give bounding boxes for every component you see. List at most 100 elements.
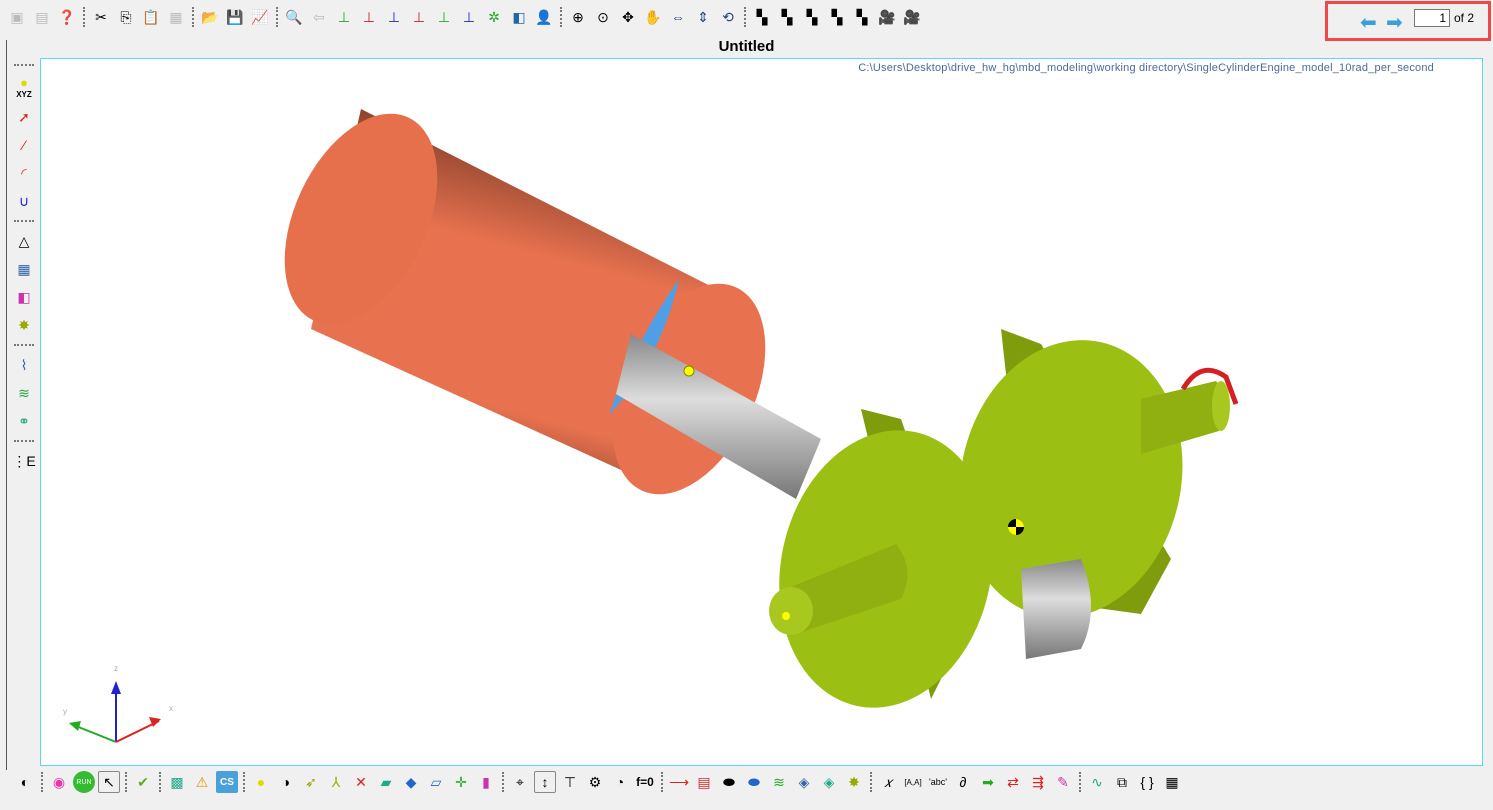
warning-icon[interactable]: ⚠ [191,771,213,793]
camera-record-icon[interactable]: 🎥 [876,6,898,28]
force-icon[interactable]: ➶ [300,771,322,793]
function-icon[interactable]: 𝑥 [877,771,899,793]
constraint-button[interactable]: f=0 [634,771,656,793]
point-icon[interactable]: ● XYZ [13,74,35,100]
open-icon[interactable]: ▤ [31,6,53,28]
cg-icon[interactable]: ◐ [14,771,36,793]
table-copy-icon[interactable]: ⧉ [1111,771,1133,793]
next-page-icon[interactable]: ➡ [1386,10,1403,35]
layout-1-icon[interactable]: ▚ [751,6,773,28]
view-yx-icon[interactable]: ⊥ [358,6,380,28]
plane-icon[interactable]: ▰ [375,771,397,793]
image-icon[interactable]: ▩ [166,771,188,793]
bushing-icon[interactable]: ⬬ [718,771,740,793]
explode-icon[interactable]: ✸ [843,771,865,793]
gear-icon[interactable]: ⚙ [584,771,606,793]
contour-icon[interactable]: ▮ [475,771,497,793]
line-icon[interactable]: ⁄ [13,134,35,156]
surface-icon[interactable]: △ [13,230,35,252]
view-xz-icon[interactable]: ⊥ [408,6,430,28]
rotate-icon[interactable]: ⟲ [717,6,739,28]
vector-icon[interactable]: ➚ [13,106,35,128]
joint-marker[interactable] [782,612,790,620]
view-iso-icon[interactable]: ✲ [483,6,505,28]
pan-icon[interactable]: ✥ [617,6,639,28]
cs-button[interactable]: CS [216,771,238,793]
zoom-icon[interactable]: 🔍 [283,6,305,28]
string-button[interactable]: 'abc' [927,771,949,793]
table-icon[interactable]: ▦ [1161,771,1183,793]
layout-3-icon[interactable]: ▚ [801,6,823,28]
input-icon[interactable]: ➡ [977,771,999,793]
joint-icon[interactable]: ⊤ [559,771,581,793]
point-icon[interactable]: ● [250,771,272,793]
actuator-icon[interactable]: ⌖ [509,771,531,793]
check-icon[interactable]: ✔ [132,771,154,793]
joint-marker[interactable] [683,365,695,377]
zoom-fit-icon[interactable]: ⊕ [567,6,589,28]
cylinder-body[interactable] [254,90,796,519]
spring-icon[interactable]: ≋ [768,771,790,793]
crank-pin-shaft[interactable] [1021,559,1091,659]
output-icon[interactable]: ⇶ [1027,771,1049,793]
cut-icon[interactable]: ✂ [90,6,112,28]
paste-icon[interactable]: 📋 [140,6,162,28]
view-zx-icon[interactable]: ⊥ [383,6,405,28]
run-button[interactable]: RUN [73,771,95,793]
model-viewport[interactable]: C:\Users\Desktop\drive_hw_hg\mbd_modelin… [40,58,1483,766]
cross-icon[interactable]: ✕ [350,771,372,793]
new-icon[interactable]: ▣ [6,6,28,28]
contact-icon[interactable]: ◈ [793,771,815,793]
plot-icon[interactable]: 📈 [249,6,271,28]
camera-icon[interactable]: 👤 [533,6,555,28]
force-arrow-icon[interactable]: ⟶ [668,771,690,793]
page-number-input[interactable] [1414,9,1450,27]
back-icon[interactable]: ⇦ [308,6,330,28]
arc-icon[interactable]: ◜ [13,162,35,184]
pencil-icon[interactable]: ✎ [1052,771,1074,793]
flex-icon[interactable]: ⬬ [743,771,765,793]
braces-button[interactable]: { } [1136,771,1158,793]
array-button[interactable]: [A,A] [902,771,924,793]
joint-icon[interactable]: ⌇ [13,354,35,376]
axes-icon[interactable]: ✛ [450,771,472,793]
graphic-icon[interactable]: ◧ [13,286,35,308]
tree-icon[interactable]: ⋮E [12,450,35,472]
select-icon[interactable]: ↖ [98,771,120,793]
cm-icon[interactable]: ◑ [275,771,297,793]
measure-icon[interactable]: ↕ [534,771,556,793]
help-icon[interactable]: ❓ [56,6,78,28]
box-icon[interactable]: ◆ [400,771,422,793]
signal-icon[interactable]: ∿ [1086,771,1108,793]
render-icon[interactable]: ◧ [508,6,530,28]
layout-5-icon[interactable]: ▚ [851,6,873,28]
layout-4-icon[interactable]: ▚ [826,6,848,28]
spring-icon[interactable]: ≋ [13,382,35,404]
motion-icon[interactable]: ◔ [609,771,631,793]
body-icon[interactable]: ▦ [13,258,35,280]
beam-icon[interactable]: ▤ [693,771,715,793]
view-xy-icon[interactable]: ⊥ [333,6,355,28]
loop-icon[interactable]: ⇄ [1002,771,1024,793]
horizontal-icon[interactable]: ⇔ [667,6,689,28]
view-zy-icon[interactable]: ⊥ [433,6,455,28]
delete-icon[interactable]: ▦ [165,6,187,28]
save-icon[interactable]: 💾 [224,6,246,28]
contact-icon[interactable]: ⚭ [13,410,35,432]
copy-icon[interactable]: ⎘ [115,6,137,28]
curve-icon[interactable]: ∪ [13,190,35,212]
derivative-icon[interactable]: ∂ [952,771,974,793]
color-wheel-icon[interactable]: ◉ [48,771,70,793]
camera-play-icon[interactable]: 🎥 [901,6,923,28]
previous-page-icon[interactable]: ⬅ [1360,10,1377,35]
tire-icon[interactable]: ◈ [818,771,840,793]
layout-2-icon[interactable]: ▚ [776,6,798,28]
view-yz-icon[interactable]: ⊥ [458,6,480,28]
open-folder-icon[interactable]: 📂 [199,6,221,28]
triad-icon[interactable]: ⅄ [325,771,347,793]
surface-icon[interactable]: ▱ [425,771,447,793]
vertical-icon[interactable]: ⇕ [692,6,714,28]
marker-icon[interactable]: ✸ [13,314,35,336]
hand-icon[interactable]: ✋ [642,6,664,28]
zoom-window-icon[interactable]: ⊙ [592,6,614,28]
